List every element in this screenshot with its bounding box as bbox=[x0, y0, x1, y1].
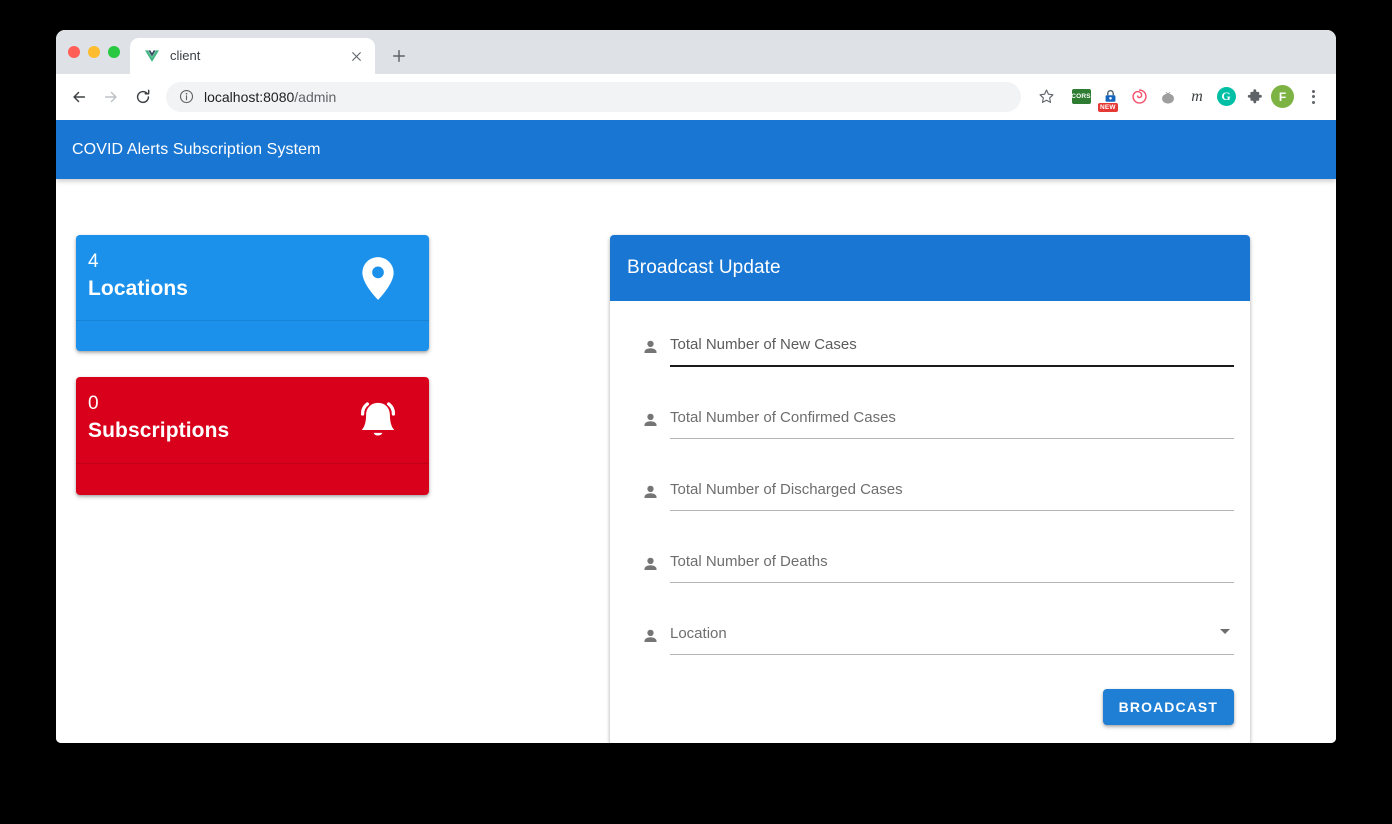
lock-extension-icon[interactable]: NEW bbox=[1098, 85, 1122, 112]
close-window-button[interactable] bbox=[68, 46, 80, 58]
field-discharged-cases[interactable]: Total Number of Discharged Cases bbox=[626, 470, 1234, 511]
browser-tab-client[interactable]: client bbox=[130, 38, 375, 74]
browser-window: client localhost:8080/admin CORS NEW m G… bbox=[56, 30, 1336, 743]
back-button-icon[interactable] bbox=[64, 82, 94, 112]
momentum-extension-icon[interactable]: m bbox=[1185, 85, 1209, 109]
app-bar: COVID Alerts Subscription System bbox=[56, 120, 1336, 179]
reload-button-icon[interactable] bbox=[128, 82, 158, 112]
stats-column: 4 Locations 0 Subscriptions bbox=[56, 235, 610, 743]
maximize-window-button[interactable] bbox=[108, 46, 120, 58]
grammarly-label: G bbox=[1216, 87, 1236, 106]
field-new-cases[interactable]: Total Number of New Cases bbox=[626, 325, 1234, 367]
new-cases-placeholder: Total Number of New Cases bbox=[670, 336, 857, 353]
url-text: localhost:8080/admin bbox=[204, 88, 336, 106]
info-circle-icon[interactable] bbox=[178, 89, 194, 105]
window-traffic-lights bbox=[64, 30, 130, 74]
broadcast-card-title: Broadcast Update bbox=[627, 257, 781, 278]
stat-card-footer bbox=[76, 321, 429, 351]
broadcast-column: Broadcast Update Total Number of New Cas… bbox=[610, 235, 1336, 743]
field-underline bbox=[670, 582, 1234, 583]
field-container: Total Number of Confirmed Cases bbox=[670, 398, 1234, 439]
vue-logo-icon bbox=[144, 48, 160, 64]
field-deaths[interactable]: Total Number of Deaths bbox=[626, 542, 1234, 583]
cors-extension-label: CORS bbox=[1071, 89, 1091, 104]
broadcast-update-card: Broadcast Update Total Number of New Cas… bbox=[610, 235, 1250, 743]
field-confirmed-cases[interactable]: Total Number of Confirmed Cases bbox=[626, 398, 1234, 439]
screen: client localhost:8080/admin CORS NEW m G… bbox=[0, 0, 1392, 824]
field-location-select[interactable]: Location bbox=[626, 614, 1234, 655]
locations-label: Locations bbox=[88, 277, 189, 300]
confirmed-cases-placeholder: Total Number of Confirmed Cases bbox=[670, 409, 896, 426]
stat-card-body: 0 Subscriptions bbox=[76, 377, 429, 463]
field-container: Total Number of Discharged Cases bbox=[670, 470, 1234, 511]
subscriptions-count: 0 bbox=[88, 393, 99, 414]
map-pin-icon bbox=[351, 251, 405, 305]
subscriptions-label: Subscriptions bbox=[88, 419, 230, 442]
minimize-window-button[interactable] bbox=[88, 46, 100, 58]
field-underline bbox=[670, 365, 1234, 367]
select-container: Location bbox=[670, 614, 1234, 655]
tab-strip: client bbox=[56, 30, 1336, 74]
grammarly-extension-icon[interactable]: G bbox=[1214, 85, 1238, 109]
bookmark-star-icon[interactable] bbox=[1031, 82, 1061, 112]
page-title: COVID Alerts Subscription System bbox=[72, 140, 321, 158]
page-viewport: COVID Alerts Subscription System 4 Locat… bbox=[56, 120, 1336, 743]
deaths-placeholder: Total Number of Deaths bbox=[670, 553, 828, 570]
broadcast-button[interactable]: BROADCAST bbox=[1102, 689, 1234, 725]
locations-count: 4 bbox=[88, 251, 99, 272]
person-icon bbox=[640, 410, 660, 430]
field-container: Total Number of New Cases bbox=[670, 325, 1234, 367]
discharged-cases-placeholder: Total Number of Discharged Cases bbox=[670, 481, 903, 498]
person-icon bbox=[640, 554, 660, 574]
broadcast-card-body: Total Number of New Cases Total Number o… bbox=[610, 301, 1250, 743]
spiral-extension-icon[interactable] bbox=[1127, 85, 1151, 109]
tomato-timer-extension-icon[interactable] bbox=[1156, 85, 1180, 109]
address-bar[interactable]: localhost:8080/admin bbox=[166, 81, 1021, 112]
stat-card-footer bbox=[76, 464, 429, 495]
field-underline bbox=[670, 510, 1234, 511]
momentum-label: m bbox=[1191, 87, 1203, 105]
stat-card-subscriptions[interactable]: 0 Subscriptions bbox=[76, 377, 429, 495]
new-tab-button[interactable] bbox=[385, 42, 413, 70]
stat-card-text: 4 Locations bbox=[88, 249, 188, 302]
location-select-label: Location bbox=[670, 625, 727, 642]
person-icon bbox=[640, 482, 660, 502]
url-host: localhost:8080 bbox=[204, 88, 295, 105]
tab-title: client bbox=[170, 48, 201, 63]
browser-menu-button[interactable] bbox=[1300, 82, 1326, 112]
page-content: 4 Locations 0 Subscriptions Broadcast Up… bbox=[56, 179, 1336, 743]
person-icon bbox=[640, 626, 660, 646]
field-underline bbox=[670, 654, 1234, 655]
cors-extension-icon[interactable]: CORS bbox=[1069, 85, 1093, 109]
field-container: Total Number of Deaths bbox=[670, 542, 1234, 583]
url-path: /admin bbox=[294, 88, 337, 105]
stat-card-text: 0 Subscriptions bbox=[88, 391, 229, 444]
chevron-down-icon[interactable] bbox=[1220, 629, 1230, 634]
stat-card-body: 4 Locations bbox=[76, 235, 429, 320]
profile-avatar[interactable]: F bbox=[1271, 85, 1294, 108]
extensions-row: CORS NEW m G bbox=[1069, 85, 1267, 112]
forward-button-icon[interactable] bbox=[96, 82, 126, 112]
stat-card-locations[interactable]: 4 Locations bbox=[76, 235, 429, 351]
extensions-puzzle-icon[interactable] bbox=[1243, 85, 1267, 109]
browser-toolbar: localhost:8080/admin CORS NEW m G F bbox=[56, 74, 1336, 120]
broadcast-actions: BROADCAST bbox=[626, 681, 1234, 725]
field-underline bbox=[670, 438, 1234, 439]
close-tab-icon[interactable] bbox=[347, 47, 365, 65]
new-badge: NEW bbox=[1098, 102, 1118, 112]
person-icon bbox=[640, 337, 660, 357]
bell-ringing-icon bbox=[351, 393, 405, 447]
broadcast-card-header: Broadcast Update bbox=[610, 235, 1250, 301]
